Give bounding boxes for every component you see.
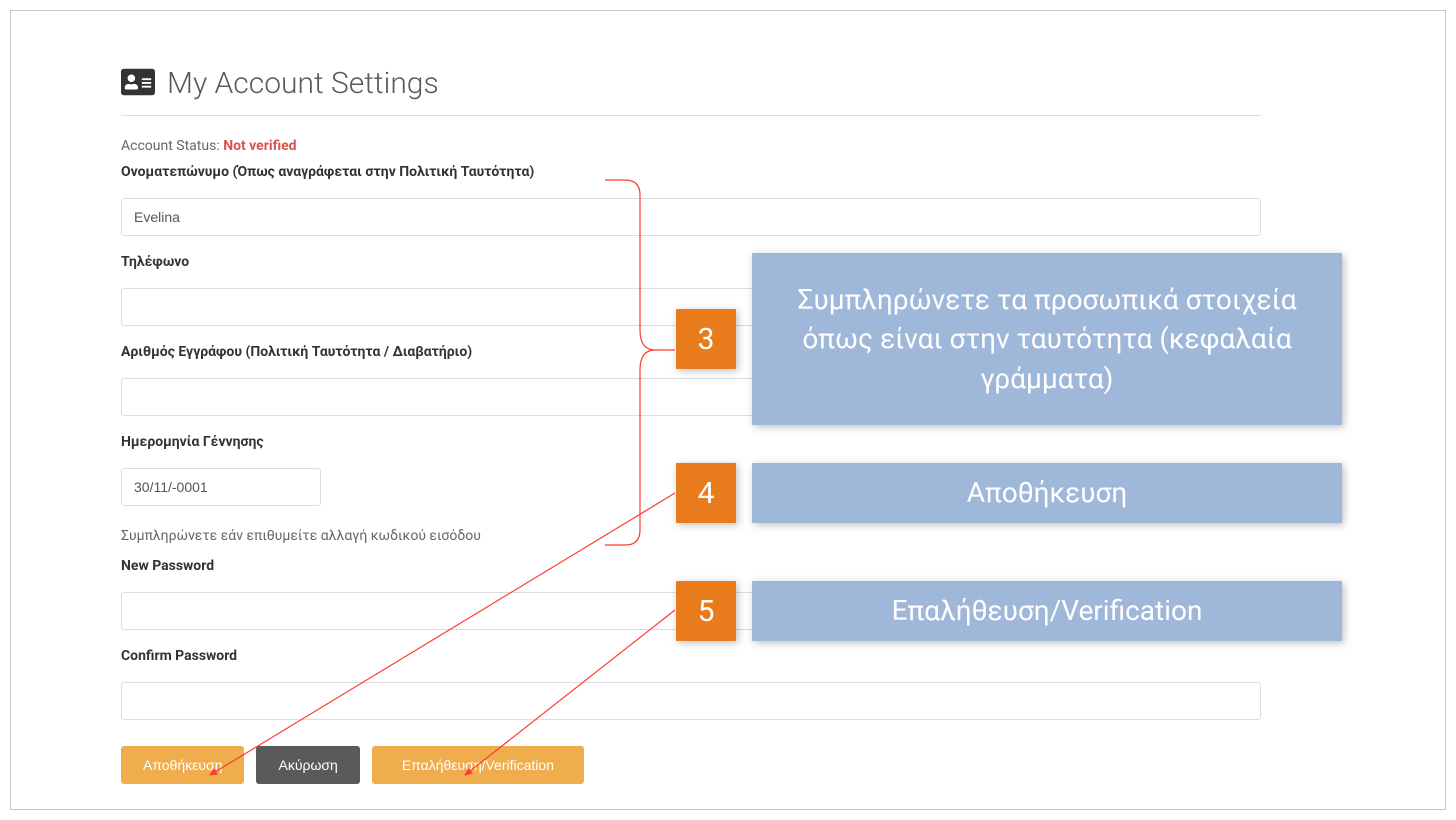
new-password-label: New Password xyxy=(121,558,1261,574)
callout-5-number: 5 xyxy=(676,581,736,641)
fullname-label: Ονοματεπώνυμο (Όπως αναγράφεται στην Πολ… xyxy=(121,164,1261,180)
verify-button[interactable]: Επαλήθευση/Verification xyxy=(372,746,584,784)
callout-5-text: Επαλήθευση/Verification xyxy=(752,581,1342,641)
id-card-icon xyxy=(121,67,155,101)
page-header: My Account Settings xyxy=(121,66,1261,101)
birthdate-input[interactable] xyxy=(121,468,321,506)
callout-3-number: 3 xyxy=(676,309,736,369)
callout-3-text: Συμπληρώνετε τα προσωπικά στοιχεία όπως … xyxy=(752,253,1342,425)
page-frame: My Account Settings Account Status: Not … xyxy=(10,10,1446,810)
callout-4: 4 Αποθήκευση xyxy=(676,463,1342,523)
button-row: Αποθήκευση Ακύρωση Επαλήθευση/Verificati… xyxy=(121,746,1261,784)
divider xyxy=(121,115,1261,116)
confirm-password-input[interactable] xyxy=(121,682,1261,720)
save-button[interactable]: Αποθήκευση xyxy=(121,746,244,784)
fullname-input[interactable] xyxy=(121,198,1261,236)
cancel-button[interactable]: Ακύρωση xyxy=(256,746,359,784)
callout-4-number: 4 xyxy=(676,463,736,523)
account-status-value: Not verified xyxy=(223,138,296,154)
callout-4-text: Αποθήκευση xyxy=(752,463,1342,523)
callout-3: 3 Συμπληρώνετε τα προσωπικά στοιχεία όπω… xyxy=(676,253,1342,425)
settings-form: My Account Settings Account Status: Not … xyxy=(121,66,1261,784)
account-status-label: Account Status: xyxy=(121,138,220,154)
password-helper-text: Συμπληρώνετε εάν επιθυμείτε αλλαγή κωδικ… xyxy=(121,528,1261,544)
callout-5: 5 Επαλήθευση/Verification xyxy=(676,581,1342,641)
page-title: My Account Settings xyxy=(167,66,439,101)
birthdate-label: Ημερομηνία Γέννησης xyxy=(121,434,1261,450)
account-status: Account Status: Not verified xyxy=(121,138,1261,154)
confirm-password-label: Confirm Password xyxy=(121,648,1261,664)
